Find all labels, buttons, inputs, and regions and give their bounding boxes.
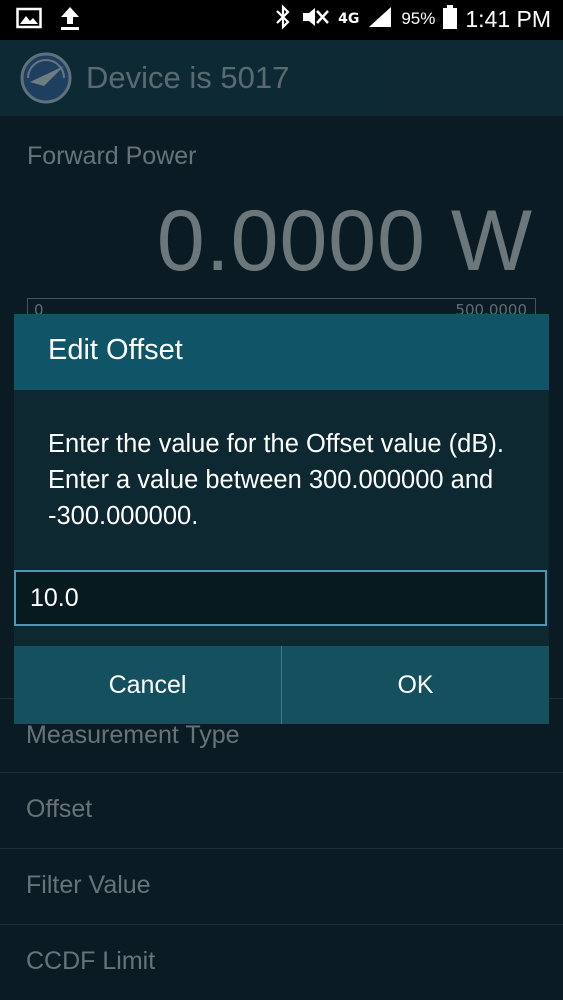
app-title: Device is 5017 [86, 60, 290, 95]
forward-power-label: Forward Power [27, 142, 197, 170]
battery-percent: 95% [401, 9, 436, 28]
list-item-filter-value[interactable]: Filter Value [0, 848, 563, 924]
app-bar: Device is 5017 [0, 40, 563, 116]
bluetooth-icon [274, 4, 292, 34]
offset-input[interactable] [14, 570, 547, 626]
list-item-label: Offset [26, 795, 93, 823]
upload-icon [60, 6, 80, 34]
dialog-title: Edit Offset [48, 334, 183, 366]
ok-button[interactable]: OK [282, 646, 549, 724]
list-item-ccdf-limit[interactable]: CCDF Limit [0, 924, 563, 1000]
forward-power-value: 0.0000 W [156, 193, 533, 289]
dialog-button-bar: Cancel OK [14, 646, 549, 724]
list-item-label: Filter Value [26, 871, 151, 899]
screen: 4G 95% 1:41 PM Device is 5017 Forward Po… [0, 0, 563, 1000]
list-item-offset[interactable]: Offset [0, 772, 563, 848]
app-logo-icon[interactable] [20, 52, 72, 104]
signal-icon [367, 5, 393, 33]
edit-offset-dialog: Edit Offset Enter the value for the Offs… [14, 314, 549, 724]
status-time: 1:41 PM [465, 5, 551, 32]
list-item-label: CCDF Limit [26, 947, 156, 975]
battery-icon [443, 5, 458, 33]
image-icon [16, 7, 42, 33]
cancel-button[interactable]: Cancel [14, 646, 281, 724]
status-bar: 4G 95% 1:41 PM [0, 0, 563, 40]
dialog-header: Edit Offset [14, 314, 549, 390]
list-item-label: Measurement Type [26, 721, 240, 749]
mute-icon [300, 5, 330, 33]
network-4g-icon: 4G [338, 11, 360, 27]
dialog-message: Enter the value for the Offset value (dB… [48, 430, 504, 530]
